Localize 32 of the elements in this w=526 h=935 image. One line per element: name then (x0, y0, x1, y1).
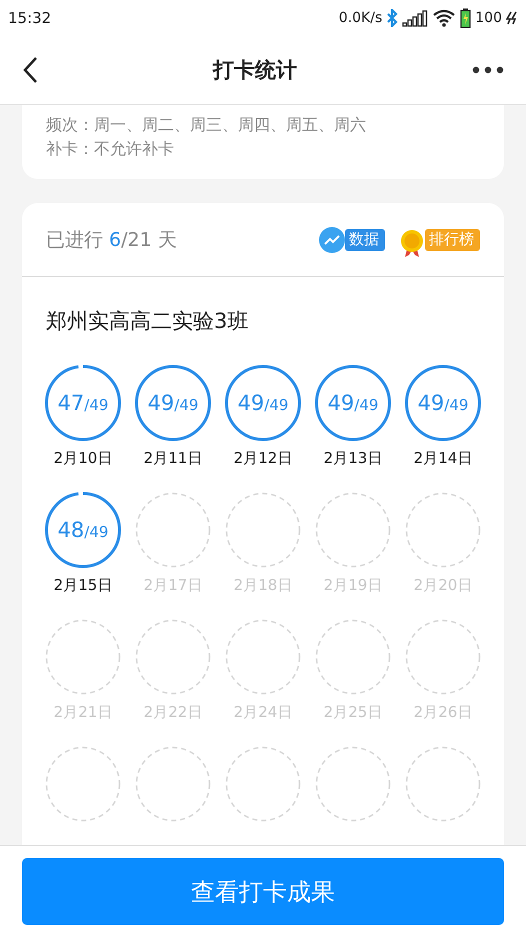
day-date: 2月12日 (234, 449, 292, 468)
back-icon[interactable] (22, 56, 38, 84)
signal-icon (402, 8, 428, 26)
page-title: 打卡统计 (213, 56, 297, 84)
more-icon[interactable] (472, 66, 504, 74)
rule-text: 补卡：不允许补卡 (46, 138, 175, 160)
chart-icon[interactable] (319, 226, 345, 252)
view-results-button[interactable]: 查看打卡成果 (22, 858, 504, 925)
rule-text: 频次：周一、周二、周三、周四、周五、周六 (46, 114, 367, 136)
ranking-button[interactable]: 排行榜 (425, 228, 480, 250)
progress-text: 已进行 6/21 天 (46, 228, 178, 252)
check-in-count: 49/49 (418, 391, 468, 415)
battery-icon (460, 8, 472, 28)
battery-level: 100 (475, 10, 502, 26)
check-in-count: 49/49 (328, 391, 378, 415)
day-date: 2月14日 (414, 449, 472, 468)
day-date: 2月13日 (324, 449, 382, 468)
check-in-count: 47/49 (58, 391, 108, 415)
data-button[interactable]: 数据 (345, 228, 385, 250)
day-date: 2月10日 (54, 449, 112, 468)
status-time: 15:32 (8, 8, 52, 26)
bluetooth-icon (386, 8, 398, 26)
day-date: 2月11日 (144, 449, 202, 468)
medal-icon[interactable] (399, 228, 425, 258)
group-name: 郑州实高高二实验3班 (45, 308, 250, 335)
network-speed: 0.0K/s (338, 10, 382, 26)
day-date: 2月15日 (54, 576, 112, 595)
check-in-count: 49/49 (238, 391, 288, 415)
wifi-icon (432, 8, 456, 26)
charging-icon (506, 10, 518, 24)
check-in-count: 48/49 (58, 518, 108, 542)
check-in-count: 49/49 (148, 391, 198, 415)
